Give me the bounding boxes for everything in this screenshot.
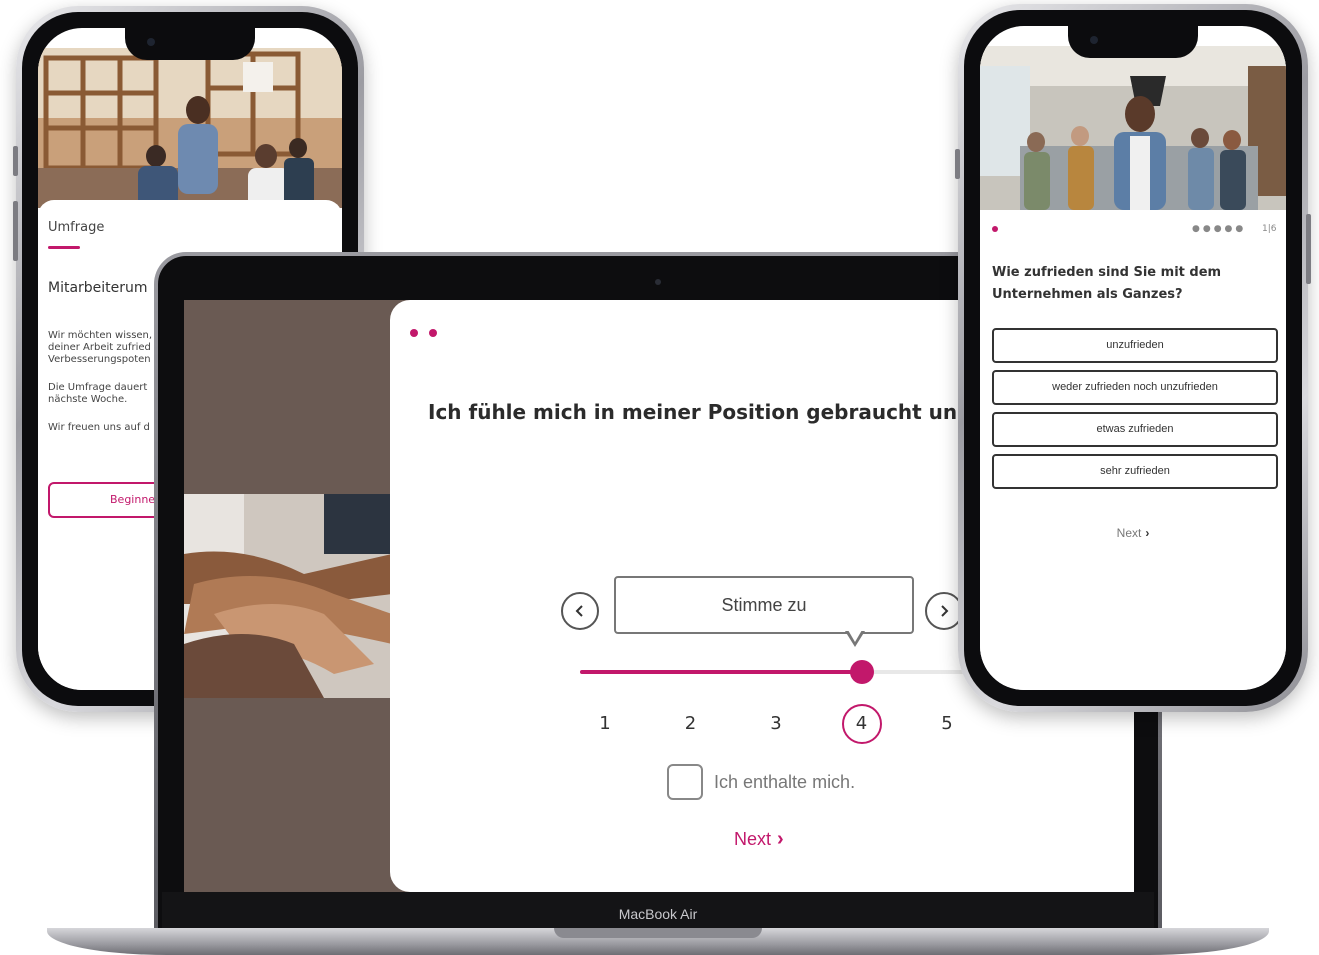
office-meeting-photo — [38, 48, 342, 208]
laptop-base-notch — [554, 928, 762, 938]
intro-line: Wir möchten wissen, — [48, 330, 153, 341]
intro-line: Wir freuen uns auf d — [48, 422, 150, 433]
question-text: Wie zufrieden sind Sie mit dem Unternehm… — [992, 262, 1221, 306]
phone-side-button — [1306, 214, 1311, 284]
abstain-label: Ich enthalte mich. — [714, 772, 856, 792]
laptop-brand: MacBook Air — [618, 906, 698, 922]
right-phone-screen: ●●●●● 1|6 Wie zufrieden sind Sie mit dem… — [980, 26, 1286, 690]
answer-option[interactable]: etwas zufrieden — [992, 412, 1278, 447]
label-underline — [48, 246, 80, 249]
progress-indicator — [992, 226, 998, 232]
phone-side-button — [13, 146, 18, 176]
phone-bezel: ●●●●● 1|6 Wie zufrieden sind Sie mit dem… — [964, 10, 1302, 706]
scale-value[interactable]: 1 — [585, 704, 625, 744]
next-button[interactable]: Next › — [734, 828, 784, 851]
next-label: Next — [1116, 526, 1142, 540]
scale-value[interactable]: 4 — [841, 704, 882, 744]
intro-line: Die Umfrage dauert — [48, 382, 148, 393]
team-office-photo — [980, 46, 1286, 210]
intro-line: deiner Arbeit zufried — [48, 342, 151, 353]
question-line: Wie zufrieden sind Sie mit dem — [992, 265, 1222, 280]
slider-handle[interactable] — [849, 660, 874, 684]
question-line: Unternehmen als Ganzes? — [992, 287, 1183, 302]
progress-dots — [410, 322, 448, 341]
question-text: Ich fühle mich in meiner Position gebrau… — [428, 400, 1011, 424]
chevron-right-icon: › — [1145, 526, 1150, 540]
next-label: Next — [734, 829, 772, 849]
chevron-right-icon: › — [777, 828, 784, 850]
progress-count: 1|6 — [1262, 224, 1277, 234]
survey-title: Mitarbeiterum — [48, 280, 148, 296]
phone-notch — [1068, 26, 1198, 58]
answer-option[interactable]: unzufrieden — [992, 328, 1278, 363]
card-label: Umfrage — [48, 220, 105, 235]
team-hands-photo — [184, 494, 392, 698]
scale-value[interactable]: 2 — [671, 704, 711, 744]
phone-notch — [125, 28, 255, 60]
answer-option[interactable]: sehr zufrieden — [992, 454, 1278, 489]
intro-line: Verbesserungspoten — [48, 354, 151, 365]
webcam-icon — [655, 279, 661, 285]
scale-value[interactable]: 3 — [756, 704, 796, 744]
next-button[interactable]: Next › — [980, 526, 1286, 540]
chevron-left-icon[interactable] — [561, 592, 599, 630]
slider-fill — [580, 670, 862, 674]
scale-value[interactable]: 5 — [927, 704, 967, 744]
right-phone: ●●●●● 1|6 Wie zufrieden sind Sie mit dem… — [955, 4, 1311, 712]
abstain-checkbox[interactable] — [667, 764, 703, 800]
answer-option[interactable]: weder zufrieden noch unzufrieden — [992, 370, 1278, 405]
intro-line: nächste Woche. — [48, 394, 128, 405]
phone-side-button — [13, 201, 18, 261]
phone-side-button — [955, 149, 960, 179]
answer-label-bubble: Stimme zu — [614, 576, 914, 634]
question-card: ●●●●● 1|6 Wie zufrieden sind Sie mit dem… — [980, 212, 1286, 690]
progress-dots: ●●●●● — [1192, 224, 1247, 234]
